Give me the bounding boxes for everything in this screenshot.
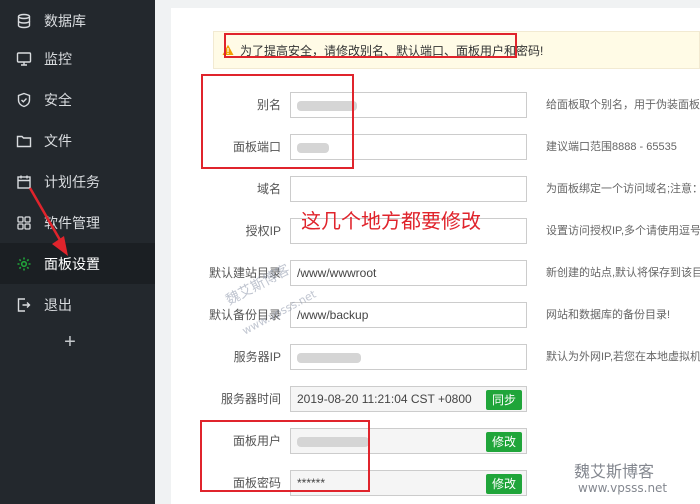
- server-time-field: 2019-08-20 11:21:04 CST +0800 同步: [290, 386, 527, 412]
- calendar-icon: [16, 174, 32, 190]
- field-label: 授权IP: [245, 224, 281, 238]
- watermark-text: 魏艾斯博客: [574, 462, 655, 481]
- sidebar-item-label: 退出: [44, 296, 72, 313]
- sidebar-item-cron[interactable]: 计划任务: [0, 161, 155, 202]
- field-hint: 默认为外网IP,若您在本地虚拟机测试: [546, 351, 700, 363]
- server-time-value: 2019-08-20 11:21:04 CST +0800: [297, 392, 472, 406]
- form-row-server-time: 服务器时间 2019-08-20 11:21:04 CST +0800 同步: [171, 386, 700, 412]
- sidebar-item-label: 安全: [44, 91, 72, 108]
- field-hint: 为面板绑定一个访问域名;注意：一旦: [546, 183, 700, 195]
- field-hint: 给面板取个别名，用于伪装面板: [546, 99, 700, 111]
- annotation-box-user-password: [200, 420, 370, 492]
- sidebar-item-label: 数据库: [44, 12, 86, 29]
- grid-icon: [16, 215, 32, 231]
- sidebar-item-label: 计划任务: [44, 173, 100, 190]
- form-row-server-ip: 服务器IP 默认为外网IP,若您在本地虚拟机测试: [171, 344, 700, 370]
- database-icon: [16, 13, 32, 29]
- sidebar-item-files[interactable]: 文件: [0, 120, 155, 161]
- add-button[interactable]: +: [60, 330, 80, 354]
- field-label: 服务器IP: [233, 350, 281, 364]
- watermark-url: www.vpsss.net: [578, 481, 668, 495]
- field-label: 域名: [256, 182, 281, 196]
- modify-user-button[interactable]: 修改: [485, 432, 522, 452]
- backup-dir-input[interactable]: /www/backup: [290, 302, 527, 328]
- annotation-box-alias-port: [201, 74, 354, 169]
- field-label: 服务器时间: [220, 392, 281, 406]
- field-hint: 网站和数据库的备份目录!: [546, 309, 671, 321]
- sidebar: 数据库 监控 安全 文件 计划任务 软件管理 面板设置 退出 +: [0, 0, 155, 504]
- sidebar-item-software[interactable]: 软件管理: [0, 202, 155, 243]
- shield-icon: [16, 92, 32, 108]
- folder-icon: [16, 133, 32, 149]
- gear-icon: [16, 256, 32, 272]
- field-hint: 建议端口范围8888 - 65535: [546, 141, 677, 153]
- sync-button[interactable]: 同步: [485, 390, 522, 410]
- annotation-box-warning: [224, 33, 517, 58]
- domain-input[interactable]: [290, 176, 527, 202]
- sidebar-item-label: 软件管理: [44, 214, 100, 231]
- annotation-text: 这几个地方都要修改: [301, 211, 481, 233]
- sidebar-item-label: 监控: [44, 50, 72, 67]
- logout-icon: [16, 297, 32, 313]
- sidebar-item-database[interactable]: 数据库: [0, 0, 155, 41]
- server-ip-input[interactable]: [290, 344, 527, 370]
- monitor-icon: [16, 51, 32, 67]
- sidebar-item-label: 面板设置: [44, 255, 100, 272]
- sidebar-item-monitor[interactable]: 监控: [0, 38, 155, 79]
- site-dir-input[interactable]: /www/wwwroot: [290, 260, 527, 286]
- watermark-corner-url: www.vpsss.net: [578, 481, 667, 495]
- redacted-value: [297, 352, 361, 363]
- sidebar-item-label: 文件: [44, 132, 72, 149]
- modify-password-button[interactable]: 修改: [485, 474, 522, 494]
- sidebar-item-logout[interactable]: 退出: [0, 284, 155, 325]
- field-hint: 新创建的站点,默认将保存到该目录: [546, 267, 700, 279]
- field-hint: 设置访问授权IP,多个请使用逗号(,)隔: [546, 225, 700, 237]
- form-row-domain: 域名 为面板绑定一个访问域名;注意：一旦: [171, 176, 700, 202]
- sidebar-item-panel-settings[interactable]: 面板设置: [0, 243, 155, 284]
- watermark-corner: 魏艾斯博客: [574, 458, 654, 482]
- sidebar-item-security[interactable]: 安全: [0, 79, 155, 120]
